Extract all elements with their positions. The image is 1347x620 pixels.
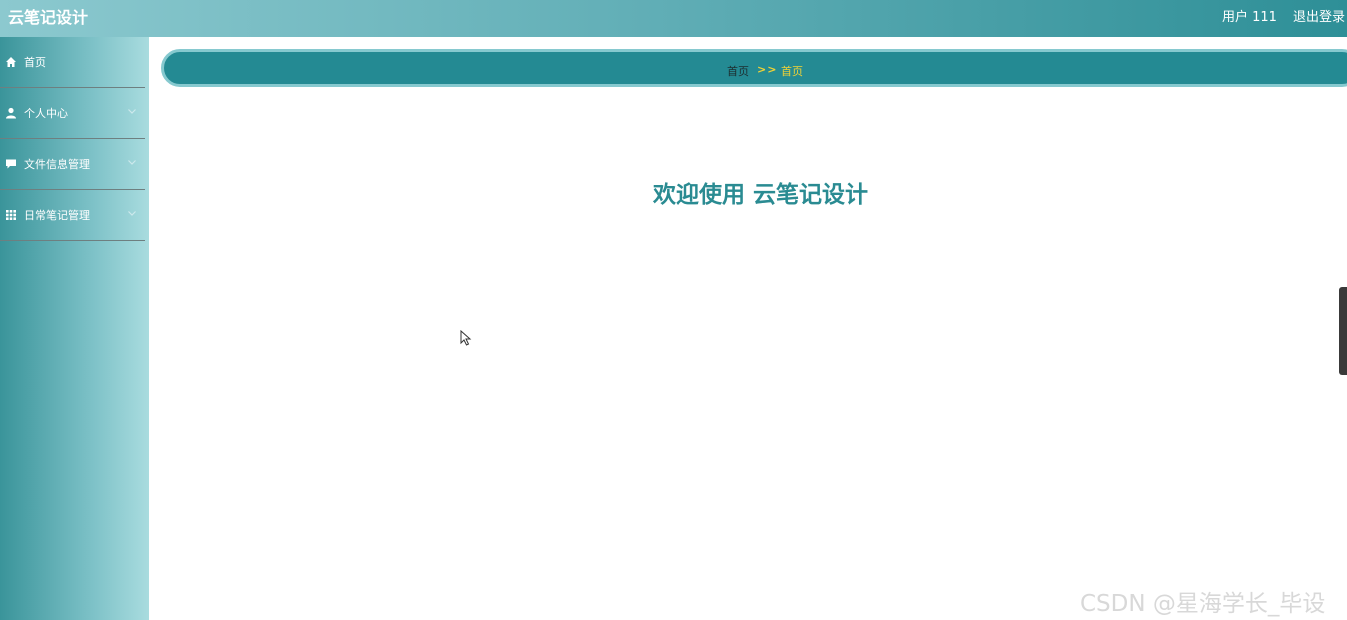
sidebar-item-daily-notes[interactable]: 日常笔记管理 <box>0 190 145 241</box>
breadcrumb-separator: >> <box>757 63 778 76</box>
chevron-down-icon <box>128 109 136 114</box>
breadcrumb-current: 首页 <box>781 65 803 78</box>
sidebar-item-label: 日常笔记管理 <box>24 209 90 222</box>
sidebar-item-personal-center[interactable]: 个人中心 <box>0 88 145 139</box>
sidebar-item-home[interactable]: 首页 <box>0 37 145 88</box>
app-title: 云笔记设计 <box>8 8 89 27</box>
sidebar: 首页 个人中心 文件信息管理 日常笔记管理 <box>0 37 149 620</box>
user-icon <box>6 107 16 119</box>
sidebar-item-label: 首页 <box>24 56 46 69</box>
scrollbar-handle[interactable] <box>1339 287 1347 375</box>
welcome-heading: 欢迎使用 云笔记设计 <box>653 182 869 208</box>
home-icon <box>6 57 16 67</box>
watermark: CSDN @星海学长_毕设 <box>1080 591 1326 617</box>
user-label: 用户 111 <box>1222 10 1277 25</box>
breadcrumb-home-link[interactable]: 首页 <box>727 63 749 79</box>
top-bar: 云笔记设计 用户 111 退出登录 <box>0 0 1347 37</box>
mouse-cursor-icon <box>460 330 472 346</box>
chat-icon <box>6 159 16 169</box>
grid-icon <box>6 210 16 220</box>
logout-link[interactable]: 退出登录 <box>1293 6 1345 25</box>
sidebar-item-label: 文件信息管理 <box>24 158 90 171</box>
chevron-down-icon <box>128 211 136 216</box>
breadcrumb: 首页 >> 首页 <box>161 49 1347 87</box>
sidebar-item-file-info[interactable]: 文件信息管理 <box>0 139 145 190</box>
chevron-down-icon <box>128 160 136 165</box>
sidebar-item-label: 个人中心 <box>24 107 68 120</box>
